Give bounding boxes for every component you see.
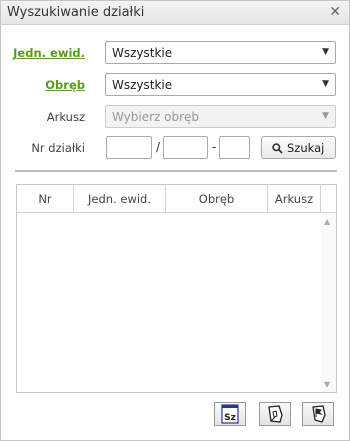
dash-separator: - — [212, 140, 217, 154]
nr-dzialki-label: Nr działki — [31, 141, 85, 155]
column-header-obreb[interactable]: Obręb — [166, 185, 268, 213]
search-parcel-window: Wyszukiwanie działki ✕ Jedn. ewid. Wszys… — [0, 0, 350, 441]
obreb-number-input[interactable] — [106, 136, 152, 159]
column-header-nr[interactable]: Nr — [17, 185, 74, 213]
table-scrollbar[interactable]: ▲ ▼ — [321, 213, 336, 392]
arkusz-placeholder: Wybierz obręb — [112, 110, 200, 124]
sz-export-button[interactable]: Sz — [214, 402, 246, 426]
obreb-link[interactable]: Obręb — [1, 78, 85, 92]
scroll-down-icon[interactable]: ▼ — [324, 380, 330, 389]
search-button-label: Szukaj — [287, 141, 325, 155]
map-select-button[interactable] — [259, 402, 291, 426]
map-select-icon — [268, 405, 283, 423]
divider — [15, 170, 337, 172]
map-flag-button[interactable] — [302, 402, 334, 426]
close-icon[interactable]: ✕ — [329, 4, 341, 20]
map-flag-icon — [312, 405, 326, 423]
search-button[interactable]: Szukaj — [261, 136, 336, 159]
slash-separator: / — [156, 140, 161, 154]
arkusz-label: Arkusz — [46, 110, 85, 124]
scroll-up-icon[interactable]: ▲ — [324, 217, 330, 226]
jedn-ewid-value: Wszystkie — [112, 46, 173, 60]
chevron-down-icon: ▼ — [322, 111, 329, 121]
column-header-arkusz[interactable]: Arkusz — [268, 185, 321, 213]
chevron-down-icon: ▼ — [322, 47, 329, 57]
jedn-ewid-link[interactable]: Jedn. ewid. — [1, 46, 85, 60]
obreb-select[interactable]: Wszystkie ▼ — [105, 73, 336, 96]
sz-label: Sz — [224, 413, 236, 423]
obreb-value: Wszystkie — [112, 78, 173, 92]
arkusz-select: Wybierz obręb ▼ — [105, 105, 336, 128]
title-bar: Wyszukiwanie działki ✕ — [1, 1, 349, 25]
chevron-down-icon: ▼ — [322, 79, 329, 89]
column-header-jedn-ewid[interactable]: Jedn. ewid. — [74, 185, 166, 213]
results-table: Nr Jedn. ewid. Obręb Arkusz ▲ ▼ — [16, 184, 337, 393]
search-icon — [272, 143, 283, 154]
table-header: Nr Jedn. ewid. Obręb Arkusz — [17, 185, 336, 213]
jedn-ewid-select[interactable]: Wszystkie ▼ — [105, 41, 336, 64]
parcel-subnumber-input[interactable] — [219, 136, 250, 159]
sz-export-icon: Sz — [221, 404, 239, 424]
window-title: Wyszukiwanie działki — [7, 5, 145, 20]
parcel-number-input[interactable] — [163, 136, 208, 159]
